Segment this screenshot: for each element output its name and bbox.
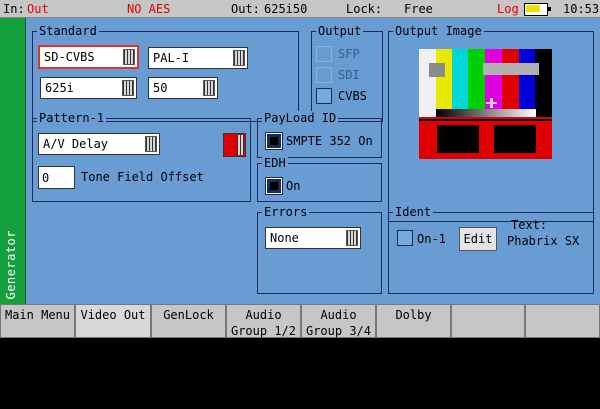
- select-grip-icon: [145, 136, 157, 152]
- video-format-select[interactable]: SD-CVBS: [38, 45, 139, 69]
- standard-title: Standard: [37, 24, 99, 38]
- payload-id-group: PayLoad ID SMPTE 352 On: [257, 111, 382, 158]
- ident-group: Ident On-1 Edit Text: Phabrix SX: [388, 205, 594, 294]
- tab-label: GenLock: [163, 308, 214, 322]
- tab-empty-1[interactable]: [451, 304, 525, 338]
- status-bar: In: Out NO AES Out: 625i50 Lock: Free Lo…: [0, 0, 600, 18]
- output-image-preview: [419, 49, 552, 159]
- cvbs-label: CVBS: [338, 89, 367, 103]
- tab-genlock[interactable]: GenLock: [151, 304, 226, 338]
- standard-group: Standard SD-CVBS PAL-I 625i 50: [32, 24, 299, 122]
- tab-empty-2[interactable]: [525, 304, 600, 338]
- line-format-value: 625i: [45, 81, 74, 95]
- generator-tab[interactable]: Generator: [0, 18, 26, 304]
- audio-status: NO AES: [127, 2, 171, 16]
- color-standard-value: PAL-I: [153, 51, 190, 65]
- generator-tab-label: Generator: [4, 230, 18, 300]
- edh-checkbox[interactable]: [265, 177, 283, 195]
- payload-id-checkbox[interactable]: [265, 132, 283, 150]
- pattern-value: A/V Delay: [43, 137, 109, 151]
- errors-title: Errors: [262, 205, 310, 219]
- select-grip-icon: [203, 80, 215, 96]
- input-value: Out: [27, 2, 49, 16]
- tab-label: Audio: [245, 308, 282, 322]
- lock-label: Lock:: [346, 2, 383, 16]
- lock-value: Free: [404, 2, 433, 16]
- edh-group: EDH On: [257, 156, 382, 202]
- frame-rate-select[interactable]: 50: [148, 77, 218, 99]
- errors-value: None: [270, 231, 299, 245]
- generator-panel: Standard SD-CVBS PAL-I 625i 50 Output SF…: [26, 18, 600, 304]
- payload-id-title: PayLoad ID: [262, 111, 339, 125]
- pattern-color-swatch[interactable]: [223, 133, 246, 157]
- tone-field-offset-input[interactable]: 0: [38, 166, 75, 189]
- ident-text-value: Phabrix SX: [507, 234, 580, 248]
- sfp-checkbox[interactable]: [316, 46, 332, 62]
- pattern-group: Pattern-1 A/V Delay 0 Tone Field Offset: [32, 111, 251, 202]
- payload-id-label: SMPTE 352 On: [286, 134, 373, 148]
- output-title: Output: [316, 24, 364, 38]
- select-grip-icon: [122, 80, 134, 96]
- select-grip-icon: [233, 50, 245, 66]
- output-format: 625i50: [264, 2, 308, 16]
- tab-main-menu[interactable]: Main Menu: [0, 304, 75, 338]
- cvbs-checkbox[interactable]: [316, 88, 332, 104]
- tab-label-line2: Group 1/2: [230, 324, 297, 338]
- tab-label: Dolby: [395, 308, 432, 322]
- tab-label-line2: Group 3/4: [305, 324, 372, 338]
- tone-field-offset-label: Tone Field Offset: [81, 170, 204, 184]
- pattern-select[interactable]: A/V Delay: [38, 133, 160, 155]
- tab-label: Video Out: [80, 308, 146, 322]
- output-image-title: Output Image: [393, 24, 484, 38]
- output-group: Output SFP SDI CVBS: [311, 24, 383, 122]
- select-grip-icon: [123, 49, 135, 65]
- log-indicator[interactable]: Log: [497, 2, 519, 16]
- tab-video-out[interactable]: Video Out: [75, 304, 151, 338]
- errors-group: Errors None: [257, 205, 382, 294]
- input-label: In:: [3, 2, 25, 16]
- tone-field-offset-value: 0: [42, 171, 50, 185]
- frame-rate-value: 50: [153, 81, 168, 95]
- pattern-title: Pattern-1: [37, 111, 107, 125]
- tab-audio-group-3-4[interactable]: Audio Group 3/4: [301, 304, 376, 338]
- ident-edit-button[interactable]: Edit: [459, 227, 497, 251]
- tab-dolby[interactable]: Dolby: [376, 304, 451, 338]
- output-image-group: Output Image: [388, 24, 594, 222]
- clock: 10:53: [563, 2, 600, 16]
- color-standard-select[interactable]: PAL-I: [148, 47, 248, 69]
- output-label: Out:: [231, 2, 260, 16]
- video-format-value: SD-CVBS: [44, 50, 95, 64]
- sdi-checkbox[interactable]: [316, 67, 332, 83]
- tab-label: Main Menu: [4, 308, 71, 322]
- tab-audio-group-1-2[interactable]: Audio Group 1/2: [226, 304, 301, 338]
- errors-select[interactable]: None: [265, 227, 361, 249]
- ident-on-label: On-1: [417, 232, 446, 246]
- ident-on-checkbox[interactable]: [397, 230, 413, 246]
- line-format-select[interactable]: 625i: [40, 77, 137, 99]
- ident-title: Ident: [393, 205, 434, 219]
- tab-label: Audio: [320, 308, 357, 322]
- sfp-label: SFP: [338, 47, 360, 61]
- edh-title: EDH: [262, 156, 288, 170]
- edh-label: On: [286, 179, 301, 193]
- select-grip-icon: [346, 230, 358, 246]
- battery-icon: [524, 3, 551, 16]
- ident-text-label: Text:: [511, 218, 548, 232]
- sdi-label: SDI: [338, 68, 360, 82]
